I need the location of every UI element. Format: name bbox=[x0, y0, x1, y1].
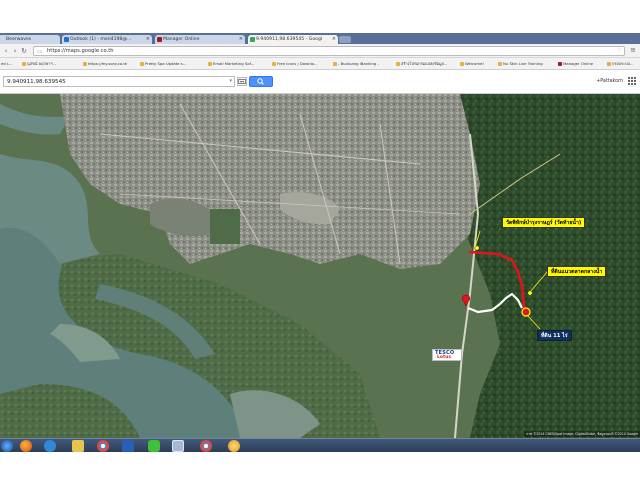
bookmark-item[interactable]: Free Icons | Downlo... bbox=[272, 61, 318, 67]
folder-icon bbox=[272, 62, 276, 66]
chevron-down-icon[interactable]: ▾ bbox=[229, 78, 232, 84]
taskbar bbox=[0, 438, 640, 452]
firefox-icon[interactable] bbox=[20, 440, 32, 452]
temple-label[interactable]: วัดพิทักษ์บำรุงราษฎร์ (วัดท้ายน้ำ) bbox=[502, 217, 586, 228]
start-icon[interactable] bbox=[1, 440, 13, 452]
apps-grid-icon[interactable] bbox=[628, 77, 636, 85]
search-icon bbox=[257, 78, 264, 85]
bookmark-label: นุสรณ์ พฤกษาฯ... bbox=[27, 61, 57, 66]
tab-beerwaves[interactable]: Beerwaves bbox=[0, 35, 60, 44]
search-input[interactable] bbox=[4, 77, 224, 86]
satellite-imagery bbox=[0, 94, 640, 438]
bookmark-item[interactable]: Nu Skin Live Training bbox=[498, 61, 543, 67]
search-button[interactable] bbox=[249, 76, 273, 87]
manager-icon bbox=[558, 62, 562, 66]
ie-icon[interactable] bbox=[44, 440, 56, 452]
star-icon[interactable]: ☆ bbox=[617, 46, 622, 53]
bookmarks-bar: ed L... นุสรณ์ พฤกษาฯ... https://my.sony… bbox=[0, 58, 640, 70]
tesco-lotus-logo[interactable]: TESCO Lotus bbox=[432, 349, 462, 361]
bookmark-item[interactable]: กรอบระบบ... bbox=[607, 61, 634, 67]
chrome-2-icon[interactable] bbox=[200, 440, 212, 452]
bookmark-label: Nu Skin Live Training bbox=[503, 61, 543, 66]
screen: Beerwaves Outlook (1) - men4198@... × Ma… bbox=[0, 0, 640, 480]
folder-icon bbox=[83, 62, 87, 66]
bookmark-item[interactable]: https://my.sony.co.th bbox=[83, 61, 127, 67]
explorer-icon[interactable] bbox=[72, 440, 84, 452]
folder-icon bbox=[208, 62, 212, 66]
paint-icon[interactable] bbox=[228, 440, 240, 452]
bookmark-item[interactable]: - Bualuang iBanking - bbox=[333, 61, 379, 67]
bookmark-item[interactable]: Manager Online bbox=[558, 61, 593, 67]
tab-label: Outlook (1) - men4198@... bbox=[70, 37, 132, 42]
keyboard-icon[interactable] bbox=[237, 77, 247, 86]
bookmark-item[interactable]: สร้างโปรแกรมแปลงข้อมูล... bbox=[396, 61, 447, 67]
bookmark-label: Pretty Spa Update s... bbox=[145, 61, 187, 66]
bookmark-item[interactable]: Pretty Spa Update s... bbox=[140, 61, 186, 67]
close-icon[interactable]: × bbox=[146, 35, 150, 44]
bookmark-label: Free Icons | Downlo... bbox=[277, 61, 318, 66]
keyboard-glyph bbox=[238, 79, 246, 84]
menu-icon[interactable]: ≡ bbox=[630, 46, 636, 54]
bookmark-item[interactable]: นุสรณ์ พฤกษาฯ... bbox=[22, 61, 56, 67]
line-icon[interactable] bbox=[148, 440, 160, 452]
folder-icon bbox=[22, 62, 26, 66]
reload-icon[interactable]: ↻ bbox=[20, 47, 28, 55]
forward-icon[interactable]: › bbox=[11, 47, 19, 55]
bookmark-label: - Bualuang iBanking - bbox=[338, 61, 379, 66]
tab-google-maps[interactable]: 9.940911,98.639545 - Googl × bbox=[248, 35, 338, 44]
new-tab-button[interactable] bbox=[339, 36, 351, 43]
tab-manager-online[interactable]: Manager Online × bbox=[155, 35, 245, 44]
bookmark-item[interactable]: Email Marketing Sof... bbox=[208, 61, 254, 67]
tab-label: Beerwaves bbox=[6, 37, 32, 42]
tab-outlook[interactable]: Outlook (1) - men4198@... × bbox=[62, 35, 152, 44]
lotus-text: Lotus bbox=[437, 355, 451, 360]
satellite-map[interactable]: วัดพิทักษ์บำรุงราษฎร์ (วัดท้ายน้ำ) ที่ดิ… bbox=[0, 94, 640, 438]
address-bar[interactable]: ▭ https://maps.google.co.th bbox=[33, 46, 625, 56]
maps-search-bar: ▾ +Pattakorn bbox=[0, 71, 640, 94]
maps-icon bbox=[250, 37, 255, 42]
folder-icon bbox=[460, 62, 464, 66]
bookmark-label: สร้างโปรแกรมแปลงข้อมูล... bbox=[401, 61, 448, 66]
folder-icon bbox=[498, 62, 502, 66]
folder-icon bbox=[333, 62, 337, 66]
browser-toolbar: ‹ › ↻ ▭ https://maps.google.co.th ☆ ≡ bbox=[0, 44, 640, 58]
tab-label: 9.940911,98.639545 - Googl bbox=[256, 37, 323, 42]
land-plot-label[interactable]: ที่ดิน 11 ไร่ bbox=[537, 330, 572, 341]
folder-icon bbox=[396, 62, 400, 66]
address-url: https://maps.google.co.th bbox=[47, 48, 114, 54]
bookmark-label: ed L... bbox=[1, 61, 13, 66]
map-attribution: ภาพ ©2014 CNES/Spot Image, DigitalGlobe,… bbox=[524, 431, 640, 437]
folder-icon bbox=[607, 62, 611, 66]
user-link[interactable]: +Pattakorn bbox=[596, 79, 623, 84]
manager-icon bbox=[157, 37, 162, 42]
tab-strip: Beerwaves Outlook (1) - men4198@... × Ma… bbox=[0, 33, 640, 44]
market-land-label[interactable]: ที่ดินแนวตลาดกลางน้ำ bbox=[547, 266, 607, 277]
close-icon[interactable]: × bbox=[332, 35, 336, 44]
bookmark-label: กรอบระบบ... bbox=[612, 61, 634, 66]
folder-icon bbox=[140, 62, 144, 66]
bookmark-item[interactable]: ed L... bbox=[1, 61, 13, 67]
bookmark-label: https://my.sony.co.th bbox=[88, 61, 128, 66]
bookmark-label: Welcome! bbox=[465, 61, 484, 66]
chrome-icon[interactable] bbox=[97, 440, 109, 452]
word-icon[interactable] bbox=[122, 440, 134, 452]
app-icon[interactable] bbox=[172, 440, 184, 452]
outlook-icon bbox=[64, 37, 69, 42]
bookmark-label: Manager Online bbox=[563, 61, 594, 66]
bookmark-item[interactable]: Welcome! bbox=[460, 61, 484, 67]
back-icon[interactable]: ‹ bbox=[2, 47, 10, 55]
lock-icon: ▭ bbox=[37, 48, 43, 55]
bookmark-label: Email Marketing Sof... bbox=[213, 61, 255, 66]
close-icon[interactable]: × bbox=[239, 35, 243, 44]
search-box: ▾ bbox=[3, 76, 235, 87]
tab-label: Manager Online bbox=[163, 37, 200, 42]
